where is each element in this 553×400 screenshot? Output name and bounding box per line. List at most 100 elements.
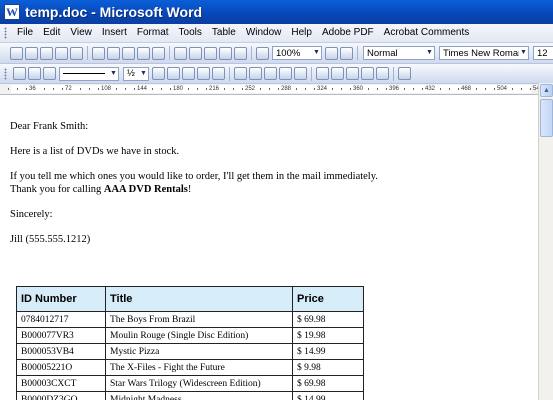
cell-title[interactable]: Moulin Rouge (Single Disc Edition) (105, 327, 293, 344)
menu-view[interactable]: View (65, 25, 97, 41)
pdf-settings-icon[interactable] (28, 67, 41, 80)
undo-icon[interactable] (219, 46, 232, 60)
align-icon[interactable] (279, 67, 292, 80)
scroll-up-arrow-icon[interactable]: ▲ (540, 84, 553, 97)
paste-icon[interactable] (189, 46, 202, 60)
save-icon[interactable] (40, 46, 53, 60)
ruler-tick (368, 88, 369, 90)
convert-to-pdf-icon[interactable] (13, 67, 26, 80)
spelling-icon[interactable] (122, 46, 135, 60)
toolbar-separator (357, 46, 358, 60)
text-direction-icon[interactable] (346, 67, 359, 80)
font-select[interactable]: Times New Roman ▼ (439, 46, 529, 60)
menu-adobe-pdf[interactable]: Adobe PDF (317, 25, 379, 41)
shading-color-icon[interactable] (212, 67, 225, 80)
ruler-tick (224, 88, 225, 90)
print-icon[interactable] (92, 46, 105, 60)
open-folder-icon[interactable] (25, 46, 38, 60)
format-painter-icon[interactable] (204, 46, 217, 60)
menu-window[interactable]: Window (241, 25, 287, 41)
dvd-table[interactable]: ID Number Title Price 0784012717 The Boys… (16, 286, 364, 400)
distribute-rows-icon[interactable] (294, 67, 307, 80)
merge-cells-icon[interactable] (249, 67, 262, 80)
table-row: B00003CXCT Star Wars Trilogy (Widescreen … (16, 375, 364, 392)
redo-icon[interactable] (234, 46, 247, 60)
pdf-icon[interactable] (55, 46, 68, 60)
cell-price[interactable]: $ 69.98 (292, 311, 364, 328)
title-bar[interactable]: W temp.doc - Microsoft Word (0, 0, 553, 24)
cell-title[interactable]: The Boys From Brazil (105, 311, 293, 328)
menu-insert[interactable]: Insert (97, 25, 132, 41)
border-color-icon[interactable] (182, 67, 195, 80)
cell-title[interactable]: The X-Files - Fight the Future (105, 359, 293, 376)
sort-descending-icon[interactable] (376, 67, 389, 80)
font-size-select[interactable]: 12 ▼ (533, 46, 553, 60)
ruler-label: 468 (461, 86, 472, 92)
ruler-tick (521, 88, 522, 90)
autosum-icon[interactable] (398, 67, 411, 80)
menu-edit[interactable]: Edit (38, 25, 65, 41)
menu-grip-icon[interactable] (4, 27, 7, 39)
line-weight-icon[interactable] (167, 67, 180, 80)
cell-price[interactable]: $ 69.98 (292, 375, 364, 392)
menu-table[interactable]: Table (207, 25, 241, 41)
email-icon[interactable] (70, 46, 83, 60)
ruler-tick (440, 88, 441, 90)
zoom-select[interactable]: 100% ▼ (272, 46, 322, 60)
menu-bar: File Edit View Insert Format Tools Table Window… (0, 24, 553, 43)
header-price[interactable]: Price (292, 286, 364, 312)
cell-price[interactable]: $ 19.98 (292, 327, 364, 344)
cell-id-number[interactable]: B000077VR3 (16, 327, 106, 344)
comment-icon[interactable] (43, 67, 56, 80)
cell-id-number[interactable]: B0000DZ3GQ (16, 391, 106, 400)
ruler-tick (458, 88, 459, 90)
cell-id-number[interactable]: B00003CXCT (16, 375, 106, 392)
research-icon[interactable] (137, 46, 150, 60)
header-id-number[interactable]: ID Number (16, 286, 106, 312)
new-document-icon[interactable] (10, 46, 23, 60)
ruler-tick (530, 88, 531, 90)
horizontal-ruler[interactable]: 36 72 108 144 180 216 252 288 324 360 396 432 468 504… (0, 84, 553, 95)
scroll-thumb[interactable] (540, 99, 553, 137)
line-style-select[interactable]: ▼ (59, 66, 119, 81)
menu-file[interactable]: File (12, 25, 38, 41)
hyperlink-icon[interactable] (256, 46, 269, 60)
cell-price[interactable]: $ 9.98 (292, 359, 364, 376)
copy-icon[interactable] (174, 46, 187, 60)
word-app-icon[interactable]: W (4, 4, 20, 20)
cell-price[interactable]: $ 14.99 (292, 391, 364, 400)
ruler-tick (242, 88, 243, 90)
sort-ascending-icon[interactable] (361, 67, 374, 80)
style-select[interactable]: Normal ▼ (363, 46, 435, 60)
table-row: 0784012717 The Boys From Brazil $ 69.98 (16, 311, 364, 328)
distribute-columns-icon[interactable] (316, 67, 329, 80)
cell-title[interactable]: Midnight Madness (105, 391, 293, 400)
borders-icon[interactable] (197, 67, 210, 80)
header-title[interactable]: Title (105, 286, 293, 312)
insert-table-icon[interactable] (340, 46, 353, 60)
insert-table-icon[interactable] (234, 67, 247, 80)
tables-borders-icon[interactable] (325, 46, 338, 60)
print-preview-icon[interactable] (107, 46, 120, 60)
menu-acrobat-comments[interactable]: Acrobat Comments (379, 25, 475, 41)
menu-help[interactable]: Help (286, 25, 317, 41)
autoformat-icon[interactable] (331, 67, 344, 80)
cell-price[interactable]: $ 14.99 (292, 343, 364, 360)
cell-id-number[interactable]: 0784012717 (16, 311, 106, 328)
cell-title[interactable]: Mystic Pizza (105, 343, 293, 360)
thanks-suffix: ! (187, 184, 192, 195)
toolbar-grip-icon[interactable] (4, 67, 7, 80)
cut-icon[interactable] (152, 46, 165, 60)
menu-format[interactable]: Format (132, 25, 174, 41)
vertical-scrollbar[interactable]: ▲ (538, 83, 553, 400)
line-weight-select[interactable]: ½ ▼ (123, 66, 149, 81)
toolbar-separator (251, 46, 252, 60)
document-canvas[interactable]: Dear Frank Smith: Here is a list of DVDs… (0, 95, 538, 400)
line-style-icon[interactable] (152, 67, 165, 80)
menu-tools[interactable]: Tools (174, 25, 207, 41)
split-cells-icon[interactable] (264, 67, 277, 80)
cell-id-number[interactable]: B00005221O (16, 359, 106, 376)
cell-id-number[interactable]: B000053VB4 (16, 343, 106, 360)
cell-title[interactable]: Star Wars Trilogy (Widescreen Edition) (105, 375, 293, 392)
ruler-tick (80, 88, 81, 90)
